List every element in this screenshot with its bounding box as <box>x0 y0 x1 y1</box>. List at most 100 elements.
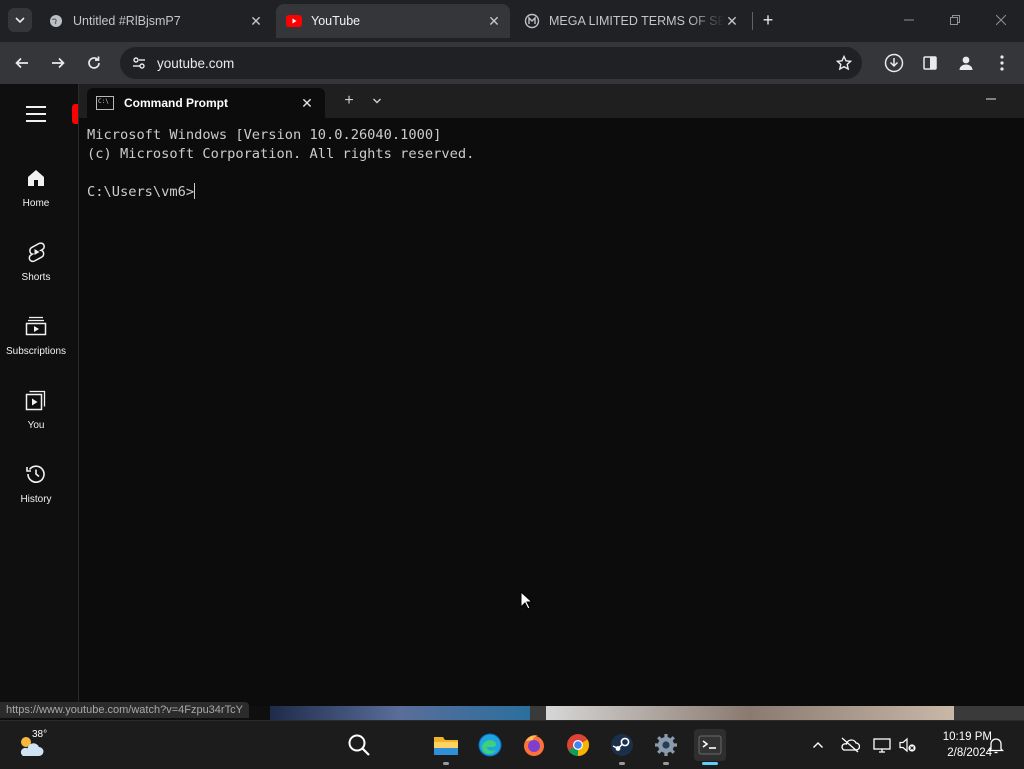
taskbar-file-explorer[interactable] <box>430 729 462 765</box>
network-tray-icon[interactable] <box>872 735 892 755</box>
home-icon <box>24 166 48 190</box>
terminal-line: Microsoft Windows [Version 10.0.26040.10… <box>87 127 442 143</box>
minimize-icon <box>904 19 914 21</box>
guide-item-label: Home <box>22 198 50 209</box>
taskbar-clock[interactable]: 10:19 PM 2/8/2024 <box>920 729 992 761</box>
clock-date: 2/8/2024 <box>947 747 992 759</box>
taskbar-edge[interactable] <box>474 729 506 761</box>
restore-button[interactable] <box>944 10 966 30</box>
bell-icon <box>988 738 1004 754</box>
minimize-icon <box>986 98 996 100</box>
taskbar-terminal[interactable] <box>694 729 726 765</box>
close-icon[interactable]: ✕ <box>486 13 502 29</box>
terminal-title-bar[interactable]: Command Prompt ✕ + <box>79 84 1024 118</box>
running-indicator <box>663 762 669 765</box>
profile-button[interactable] <box>954 51 978 75</box>
taskbar-steam[interactable] <box>606 729 638 765</box>
volume-muted-icon <box>899 737 916 753</box>
guide-item-subscriptions[interactable]: Subscriptions <box>0 310 72 374</box>
running-indicator <box>443 762 449 765</box>
star-icon <box>836 55 852 71</box>
close-icon[interactable]: ✕ <box>724 13 740 29</box>
downloads-button[interactable] <box>882 51 906 75</box>
reload-icon <box>88 56 100 69</box>
shorts-icon <box>24 240 48 264</box>
link-status-bubble: https://www.youtube.com/watch?v=4Fzpu34r… <box>0 702 249 718</box>
tab-search-button[interactable] <box>8 8 32 32</box>
address-bar[interactable]: youtube.com <box>120 47 862 79</box>
arrow-right-icon <box>52 57 65 69</box>
terminal-dropdown-button[interactable] <box>369 93 385 109</box>
video-thumbnail[interactable] <box>270 706 530 720</box>
globe-icon <box>48 13 64 29</box>
browser-tab-youtube[interactable]: YouTube ✕ <box>276 4 510 38</box>
back-button[interactable] <box>10 51 34 75</box>
new-tab-button[interactable]: + <box>758 10 778 30</box>
side-panel-button[interactable] <box>918 51 942 75</box>
guide-item-label: History <box>20 494 52 505</box>
show-hidden-icons-button[interactable] <box>808 735 828 755</box>
browser-tab-untitled[interactable]: Untitled #RlBjsmP7 ✕ <box>38 4 272 38</box>
taskbar-search-button[interactable] <box>343 729 375 761</box>
network-icon <box>873 738 891 753</box>
terminal-prompt-line[interactable]: C:\Users\vm6> <box>87 183 1007 202</box>
terminal-tab[interactable]: Command Prompt ✕ <box>87 88 325 118</box>
cmd-icon <box>96 96 114 110</box>
browser-tab-strip: Untitled #RlBjsmP7 ✕ YouTube ✕ MEGA LIMI… <box>0 0 1024 42</box>
guide-item-label: Shorts <box>21 272 51 283</box>
new-terminal-tab-button[interactable]: + <box>341 92 357 110</box>
restore-icon <box>950 15 960 25</box>
browser-menu-button[interactable] <box>990 51 1014 75</box>
reload-button[interactable] <box>82 51 106 75</box>
close-icon[interactable]: ✕ <box>248 13 264 29</box>
steam-icon <box>611 734 633 756</box>
guide-item-you[interactable]: You <box>0 384 72 448</box>
terminal-output[interactable]: Microsoft Windows [Version 10.0.26040.10… <box>87 126 1007 686</box>
weather-widget[interactable]: 38° <box>16 729 48 759</box>
hamburger-menu-icon[interactable] <box>26 106 46 122</box>
side-panel-icon <box>923 56 937 70</box>
video-thumbnail[interactable] <box>546 706 954 720</box>
guide-item-home[interactable]: Home <box>0 162 72 226</box>
subscriptions-icon <box>24 314 48 338</box>
close-icon[interactable]: ✕ <box>299 95 315 111</box>
taskbar-firefox[interactable] <box>518 729 550 761</box>
guide-item-history[interactable]: History <box>0 458 72 522</box>
close-window-button[interactable] <box>990 10 1012 30</box>
clock-time: 10:19 PM <box>942 731 992 743</box>
more-vert-icon <box>1000 55 1004 71</box>
terminal-prompt: C:\Users\vm6> <box>87 184 195 200</box>
terminal-minimize-button[interactable] <box>981 89 1001 109</box>
chevron-down-icon <box>15 17 25 24</box>
taskbar-chrome[interactable] <box>562 729 594 761</box>
bookmark-button[interactable] <box>832 51 856 75</box>
onedrive-tray-icon[interactable] <box>840 735 860 755</box>
firefox-icon <box>524 735 544 756</box>
terminal-line: (c) Microsoft Corporation. All rights re… <box>87 146 475 162</box>
guide-item-label: Subscriptions <box>5 346 67 357</box>
browser-toolbar: youtube.com <box>0 42 1024 84</box>
taskbar: 38° 10:19 PM 2/8/2024 <box>0 720 1024 769</box>
folder-icon <box>434 737 458 755</box>
browser-tab-mega[interactable]: MEGA LIMITED TERMS OF SERVICE ✕ <box>514 4 748 38</box>
terminal-tab-title: Command Prompt <box>124 96 229 110</box>
arrow-left-icon <box>15 57 28 69</box>
notifications-button[interactable] <box>986 735 1006 755</box>
close-icon <box>996 15 1006 25</box>
forward-button[interactable] <box>46 51 70 75</box>
tab-title: Untitled #RlBjsmP7 <box>73 14 181 28</box>
tab-divider <box>752 12 753 30</box>
history-icon <box>24 462 48 486</box>
taskbar-settings[interactable] <box>650 729 682 765</box>
guide-item-shorts[interactable]: Shorts <box>0 236 72 300</box>
cloud-offline-icon <box>841 737 860 753</box>
active-indicator <box>702 762 718 765</box>
command-prompt-window: Command Prompt ✕ + Microsoft Windows [Ve… <box>78 84 1024 706</box>
address-text[interactable]: youtube.com <box>157 56 234 71</box>
minimize-button[interactable] <box>898 10 920 30</box>
volume-tray-icon[interactable] <box>898 735 918 755</box>
download-icon <box>884 53 904 73</box>
chrome-icon <box>567 734 589 756</box>
site-info-icon[interactable] <box>130 54 148 72</box>
